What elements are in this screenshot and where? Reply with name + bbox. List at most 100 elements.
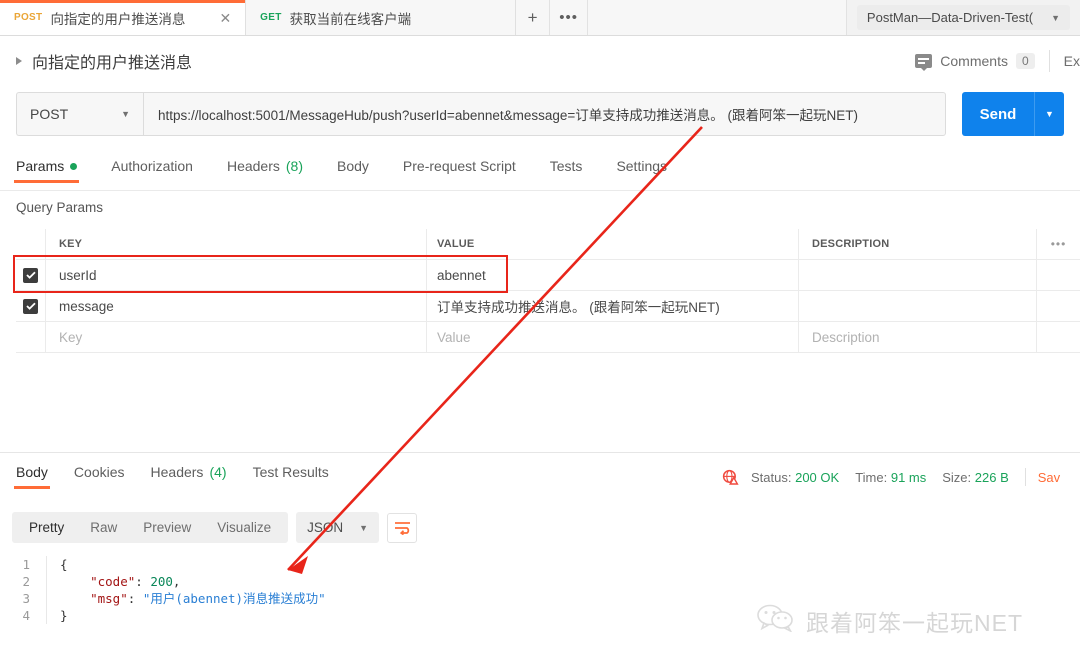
tab-label: Tests — [549, 158, 583, 174]
checkbox-checked-icon[interactable] — [23, 267, 38, 283]
header-cell-value: VALUE — [437, 238, 475, 250]
tab-test-results[interactable]: Test Results — [253, 464, 329, 489]
tabbar-filler — [588, 0, 847, 35]
url-row: POST ▼ https://localhost:5001/MessageHub… — [16, 92, 946, 136]
table-row[interactable]: message 订单支持成功推送消息。 (跟着阿笨一起玩NET) — [16, 291, 1080, 322]
header-cell-description: DESCRIPTION — [812, 238, 890, 250]
http-method-select[interactable]: POST ▼ — [16, 92, 143, 136]
wechat-icon — [756, 604, 796, 638]
tab-label: Cookies — [73, 464, 125, 480]
view-preview-button[interactable]: Preview — [130, 520, 204, 535]
request-title-row: 向指定的用户推送消息 Comments 0 Ex — [0, 36, 1080, 86]
request-tab-get[interactable]: GET 获取当前在线客户端 — [246, 0, 517, 35]
tab-count-badge: (8) — [285, 158, 303, 174]
param-value-input[interactable]: Value — [437, 330, 471, 345]
param-key-input[interactable]: userId — [59, 268, 97, 283]
status-label: Status: 200 OK — [751, 469, 840, 485]
response-body-code[interactable]: 1 { 2 "code": 200, 3 "msg": "用户(abennet)… — [16, 556, 716, 624]
comments-button[interactable]: Comments 0 — [915, 53, 1035, 71]
request-tab-bar: POST 向指定的用户推送消息 ✕ GET 获取当前在线客户端 + ••• Po… — [0, 0, 1080, 36]
tab-pre-request-script[interactable]: Pre-request Script — [403, 158, 516, 183]
param-key-input[interactable]: Key — [59, 330, 82, 345]
response-tabs: Body Cookies Headers (4) Test Results — [6, 464, 355, 489]
title-row-actions: Comments 0 Ex — [915, 50, 1080, 72]
param-value-input[interactable]: 订单支持成功推送消息。 (跟着阿笨一起玩NET) — [437, 296, 720, 316]
size-value: 226 B — [974, 469, 1009, 485]
code-token: "msg" — [90, 591, 128, 606]
comment-icon — [915, 54, 933, 71]
tab-label: Pre-request Script — [402, 158, 516, 174]
view-pretty-button[interactable]: Pretty — [16, 520, 77, 535]
close-icon[interactable]: ✕ — [219, 11, 231, 25]
code-line: 4 } — [16, 607, 716, 624]
tab-settings[interactable]: Settings — [616, 158, 667, 183]
checkbox-checked-icon[interactable] — [23, 298, 38, 314]
tab-headers[interactable]: Headers (8) — [227, 158, 303, 183]
param-description-input[interactable]: Description — [812, 330, 880, 345]
line-number: 1 — [22, 557, 30, 572]
code-line: 3 "msg": "用户(abennet)消息推送成功" — [16, 590, 716, 607]
tab-body[interactable]: Body — [337, 158, 369, 183]
tab-label: Test Results — [252, 464, 329, 480]
code-token: { — [60, 557, 68, 572]
code-token: "用户(abennet)消息推送成功" — [142, 591, 326, 606]
chevron-down-icon: ▼ — [121, 109, 130, 119]
divider — [0, 190, 1080, 191]
time-label: Time: 91 ms — [855, 469, 927, 485]
divider — [1024, 468, 1026, 486]
examples-button[interactable]: Ex — [1064, 53, 1080, 69]
chevron-down-icon: ▼ — [359, 522, 369, 533]
workspace-selector[interactable]: PostMan—Data-Driven-Test( ▼ — [856, 5, 1070, 30]
code-token: , — [172, 574, 181, 589]
view-visualize-button[interactable]: Visualize — [204, 520, 284, 535]
table-row[interactable]: Key Value Description — [16, 322, 1080, 353]
size-label: Size: 226 B — [942, 469, 1009, 485]
wrap-lines-icon — [394, 521, 410, 535]
save-response-button[interactable]: Sav — [1038, 470, 1060, 485]
tab-method-label: POST — [14, 12, 43, 23]
code-token: : — [135, 574, 151, 589]
request-tab-post[interactable]: POST 向指定的用户推送消息 ✕ — [0, 0, 247, 35]
comments-count-badge: 0 — [1015, 53, 1035, 69]
tab-count-badge: (4) — [209, 464, 227, 480]
tab-label: Headers — [226, 158, 280, 174]
format-label: JSON — [307, 520, 344, 535]
code-line: 1 { — [16, 556, 716, 573]
code-token: : — [127, 591, 143, 606]
query-params-section-label: Query Params — [16, 200, 104, 215]
new-tab-button[interactable]: + — [516, 0, 551, 35]
expand-collapse-icon[interactable] — [16, 57, 22, 65]
tab-authorization[interactable]: Authorization — [111, 158, 193, 183]
tab-method-label: GET — [260, 12, 282, 23]
tab-response-cookies[interactable]: Cookies — [74, 464, 125, 489]
row-checkbox-cell — [16, 260, 46, 290]
send-button[interactable]: Send — [962, 92, 1034, 136]
divider — [1048, 50, 1050, 72]
send-button-group: Send ▼ — [962, 92, 1064, 136]
param-value-input[interactable]: abennet — [437, 268, 486, 283]
tab-response-body[interactable]: Body — [14, 464, 50, 489]
response-view-switcher: Pretty Raw Preview Visualize — [12, 512, 289, 543]
tab-params[interactable]: Params — [13, 158, 80, 183]
table-row[interactable]: userId abennet — [16, 260, 1080, 291]
response-body-toolbar: Pretty Raw Preview Visualize JSON ▼ — [12, 512, 418, 543]
wrap-lines-button[interactable] — [387, 512, 418, 543]
tab-tests[interactable]: Tests — [550, 158, 583, 183]
tab-response-headers[interactable]: Headers (4) — [151, 464, 227, 489]
tab-label: Settings — [616, 158, 668, 174]
bulk-edit-icon[interactable]: ••• — [1051, 237, 1067, 251]
response-format-select[interactable]: JSON ▼ — [296, 512, 380, 543]
request-config-tabs: Params Authorization Headers (8) Body Pr… — [13, 158, 1064, 190]
view-raw-button[interactable]: Raw — [77, 520, 130, 535]
chevron-down-icon: ▼ — [1051, 12, 1060, 23]
code-token: 200 — [150, 574, 173, 589]
line-number: 4 — [22, 608, 30, 623]
send-options-chevron-icon[interactable]: ▼ — [1034, 92, 1064, 136]
tab-more-options-icon[interactable]: ••• — [550, 0, 589, 35]
param-key-input[interactable]: message — [59, 299, 114, 314]
watermark: 跟着阿笨一起玩NET — [756, 604, 1023, 638]
tab-label: Authorization — [111, 158, 193, 174]
code-line: 2 "code": 200, — [16, 573, 716, 590]
divider — [0, 452, 1080, 453]
url-input[interactable]: https://localhost:5001/MessageHub/push?u… — [143, 92, 946, 136]
